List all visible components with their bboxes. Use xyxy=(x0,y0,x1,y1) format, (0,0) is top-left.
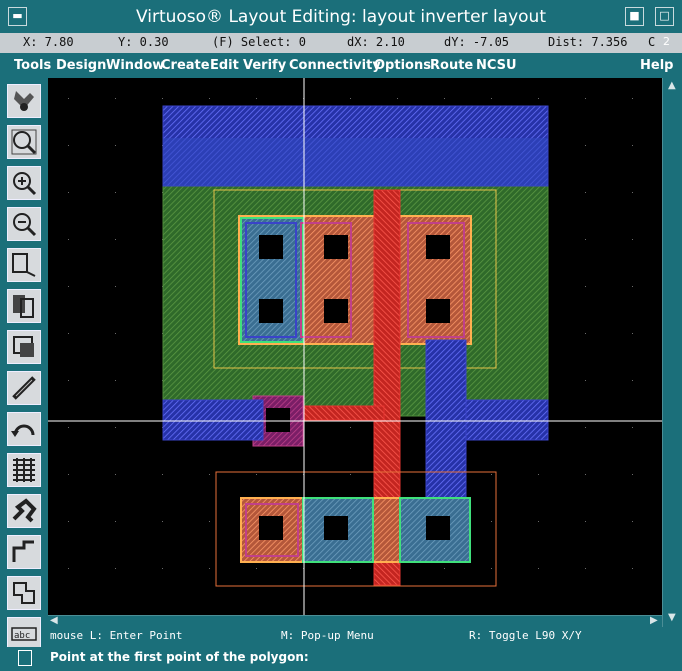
dx-value: dX: 2.10 xyxy=(347,35,405,49)
select-count: (F) Select: 0 xyxy=(212,35,306,49)
menu-options[interactable]: Options xyxy=(374,58,431,73)
vertical-scrollbar[interactable]: ▲ ▼ xyxy=(662,78,682,627)
horizontal-scrollbar[interactable]: ◀ ▶ xyxy=(48,615,662,627)
zoom-out-tool[interactable] xyxy=(7,207,41,241)
distance-value: Dist: 7.356 xyxy=(548,35,628,49)
zoom-in-tool[interactable] xyxy=(7,166,41,200)
window-badge: 2 xyxy=(663,35,670,48)
svg-text:abc: abc xyxy=(14,631,30,641)
menu-verify[interactable]: Verify xyxy=(243,58,286,73)
save-tool[interactable] xyxy=(7,84,41,118)
menu-tools[interactable]: Tools xyxy=(14,58,51,73)
prompt-indicator xyxy=(18,650,32,666)
label-tool[interactable]: abc xyxy=(7,617,41,651)
polygon-tool[interactable] xyxy=(7,576,41,610)
layout-canvas[interactable] xyxy=(48,78,662,615)
zoom-fit-tool[interactable] xyxy=(7,125,41,159)
menu-create[interactable]: Create xyxy=(161,58,210,73)
menu-bar: Tools Design Window Create Edit Verify C… xyxy=(0,54,682,78)
undo-icon xyxy=(11,424,35,437)
label-icon: abc xyxy=(11,627,37,641)
menu-help[interactable]: Help xyxy=(640,58,673,73)
mouse-left-hint: mouse L: Enter Point xyxy=(50,629,183,642)
stretch-icon xyxy=(12,253,36,277)
maximize-icon: □ xyxy=(659,9,670,22)
rectangle-icon xyxy=(12,540,34,562)
move-tool[interactable] xyxy=(7,330,41,364)
scroll-left-icon[interactable]: ◀ xyxy=(50,615,58,626)
minimize-icon: ■ xyxy=(629,9,640,22)
save-icon xyxy=(14,91,34,111)
menu-connectivity[interactable]: Connectivity xyxy=(289,58,381,73)
menu-design[interactable]: Design xyxy=(56,58,106,73)
polygon-icon xyxy=(13,582,35,604)
scroll-up-icon[interactable]: ▲ xyxy=(668,80,676,91)
prompt-bar: Point at the first point of the polygon: xyxy=(0,647,682,671)
copy-tool[interactable] xyxy=(7,289,41,323)
menu-ncsu[interactable]: NCSU xyxy=(476,58,517,73)
ruler-icon xyxy=(12,376,36,400)
pattern-tool[interactable] xyxy=(7,453,41,487)
prompt-text: Point at the first point of the polygon: xyxy=(50,650,309,664)
y-coordinate: Y: 0.30 xyxy=(118,35,169,49)
rectangle-tool[interactable] xyxy=(7,535,41,569)
menu-route[interactable]: Route xyxy=(430,58,473,73)
mouse-right-hint: R: Toggle L90 X/Y xyxy=(469,629,582,642)
zoom-in-icon xyxy=(13,172,37,196)
move-icon xyxy=(13,336,34,357)
title-bar: ▬ Virtuoso® Layout Editing: layout inver… xyxy=(0,0,682,33)
ruler-tool[interactable] xyxy=(7,371,41,405)
mouse-help-bar: mouse L: Enter Point M: Pop-up Menu R: T… xyxy=(48,627,682,645)
x-coordinate: X: 7.80 xyxy=(23,35,74,49)
coordinate-status-bar: X: 7.80 Y: 0.30 (F) Select: 0 dX: 2.10 d… xyxy=(0,33,682,53)
zoom-out-icon xyxy=(13,213,37,237)
copy-icon xyxy=(13,295,34,318)
maximize-button[interactable]: □ xyxy=(655,7,674,26)
menu-edit[interactable]: Edit xyxy=(210,58,239,73)
minimize-button[interactable]: ■ xyxy=(625,7,644,26)
scroll-right-icon[interactable]: ▶ xyxy=(650,615,658,626)
window-title: Virtuoso® Layout Editing: layout inverte… xyxy=(135,7,547,27)
status-truncated: C xyxy=(648,35,656,49)
path-tool[interactable] xyxy=(7,494,41,528)
layout-drawing xyxy=(48,78,662,615)
dy-value: dY: -7.05 xyxy=(444,35,510,49)
gnd-metal-strip-left xyxy=(162,399,264,441)
poly-input-stub xyxy=(293,405,385,421)
scroll-down-icon[interactable]: ▼ xyxy=(668,612,676,623)
undo-tool[interactable] xyxy=(7,412,41,446)
zoom-fit-icon xyxy=(11,129,37,155)
mouse-middle-hint: M: Pop-up Menu xyxy=(281,629,374,642)
menu-window[interactable]: Window xyxy=(106,58,164,73)
stretch-tool[interactable] xyxy=(7,248,41,282)
tool-palette: abc xyxy=(0,78,48,671)
path-icon xyxy=(12,498,37,523)
output-metal xyxy=(425,339,467,501)
pattern-icon xyxy=(13,458,35,482)
